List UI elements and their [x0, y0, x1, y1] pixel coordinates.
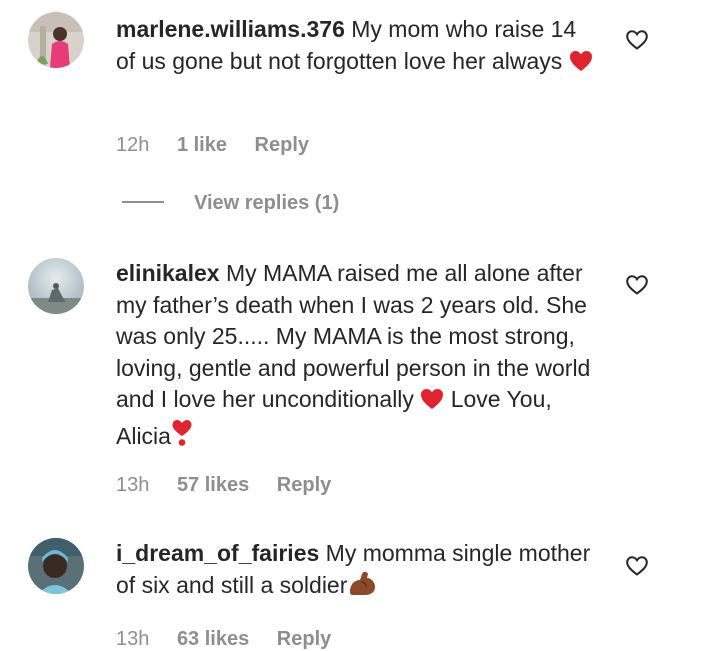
red-heart-emoji-icon: [569, 49, 593, 81]
comment-username[interactable]: marlene.williams.376: [116, 16, 345, 42]
view-replies-label: View replies (1): [194, 192, 340, 214]
comment-time: 12h: [116, 134, 150, 156]
red-heart-emoji-icon: [420, 387, 444, 419]
comment-text: elinikalex My MAMA raised me all alone a…: [116, 258, 596, 455]
like-heart-icon[interactable]: [626, 556, 648, 576]
comment-like-count[interactable]: 1 like: [177, 134, 227, 157]
comment-meta: 12h 1 like Reply: [116, 134, 309, 157]
view-replies-button[interactable]: View replies (1): [122, 192, 339, 215]
view-replies-divider: [122, 201, 164, 203]
comment-text: i_dream_of_fairies My momma single mothe…: [116, 538, 596, 604]
comment-time: 13h: [116, 474, 150, 496]
reply-button[interactable]: Reply: [255, 134, 309, 157]
comment-username[interactable]: i_dream_of_fairies: [116, 540, 319, 566]
comment-like-count[interactable]: 57 likes: [177, 474, 249, 497]
like-heart-icon[interactable]: [626, 30, 648, 50]
like-heart-icon[interactable]: [626, 275, 648, 295]
avatar[interactable]: [28, 538, 84, 594]
reply-button[interactable]: Reply: [277, 474, 331, 497]
flexed-biceps-emoji-icon: [347, 570, 377, 605]
heart-exclamation-emoji-icon: [171, 419, 193, 456]
avatar[interactable]: [28, 258, 84, 314]
comment-text: marlene.williams.376 My mom who raise 14…: [116, 14, 596, 80]
comment-username[interactable]: elinikalex: [116, 260, 220, 286]
avatar[interactable]: [28, 12, 84, 68]
comment-meta: 13h 57 likes Reply: [116, 474, 331, 497]
